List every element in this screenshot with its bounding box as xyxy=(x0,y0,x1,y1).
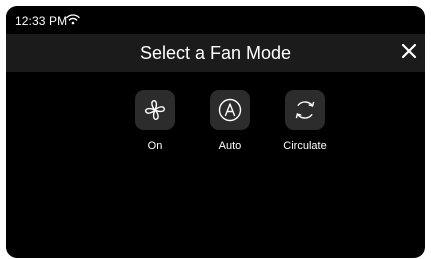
status-bar: 12:33 PM xyxy=(6,6,425,34)
fan-mode-circulate-tile[interactable] xyxy=(285,90,325,130)
fan-mode-auto-button[interactable]: Auto xyxy=(200,90,260,156)
circulate-icon xyxy=(295,101,315,119)
fan-mode-options: On Auto Circulate xyxy=(125,90,327,160)
page-title: Select a Fan Mode xyxy=(139,43,292,63)
close-icon[interactable] xyxy=(397,39,421,63)
fan-mode-auto-label: Auto xyxy=(218,140,242,152)
wifi-icon xyxy=(66,14,80,25)
fan-icon xyxy=(145,100,165,120)
fan-mode-on-tile[interactable] xyxy=(135,90,175,130)
modal-header: Select a Fan Mode xyxy=(6,34,425,72)
fan-mode-circulate-label: Circulate xyxy=(283,140,327,152)
status-time: 12:33 PM xyxy=(15,14,68,28)
fan-mode-circulate-button[interactable]: Circulate xyxy=(275,90,335,156)
fan-mode-on-button[interactable]: On xyxy=(125,90,185,156)
thermostat-screen: 12:33 PM Select a Fan Mode On Auto Circu… xyxy=(6,6,425,258)
auto-a-icon xyxy=(218,98,242,122)
fan-mode-on-label: On xyxy=(147,140,163,152)
fan-mode-auto-tile[interactable] xyxy=(210,90,250,130)
